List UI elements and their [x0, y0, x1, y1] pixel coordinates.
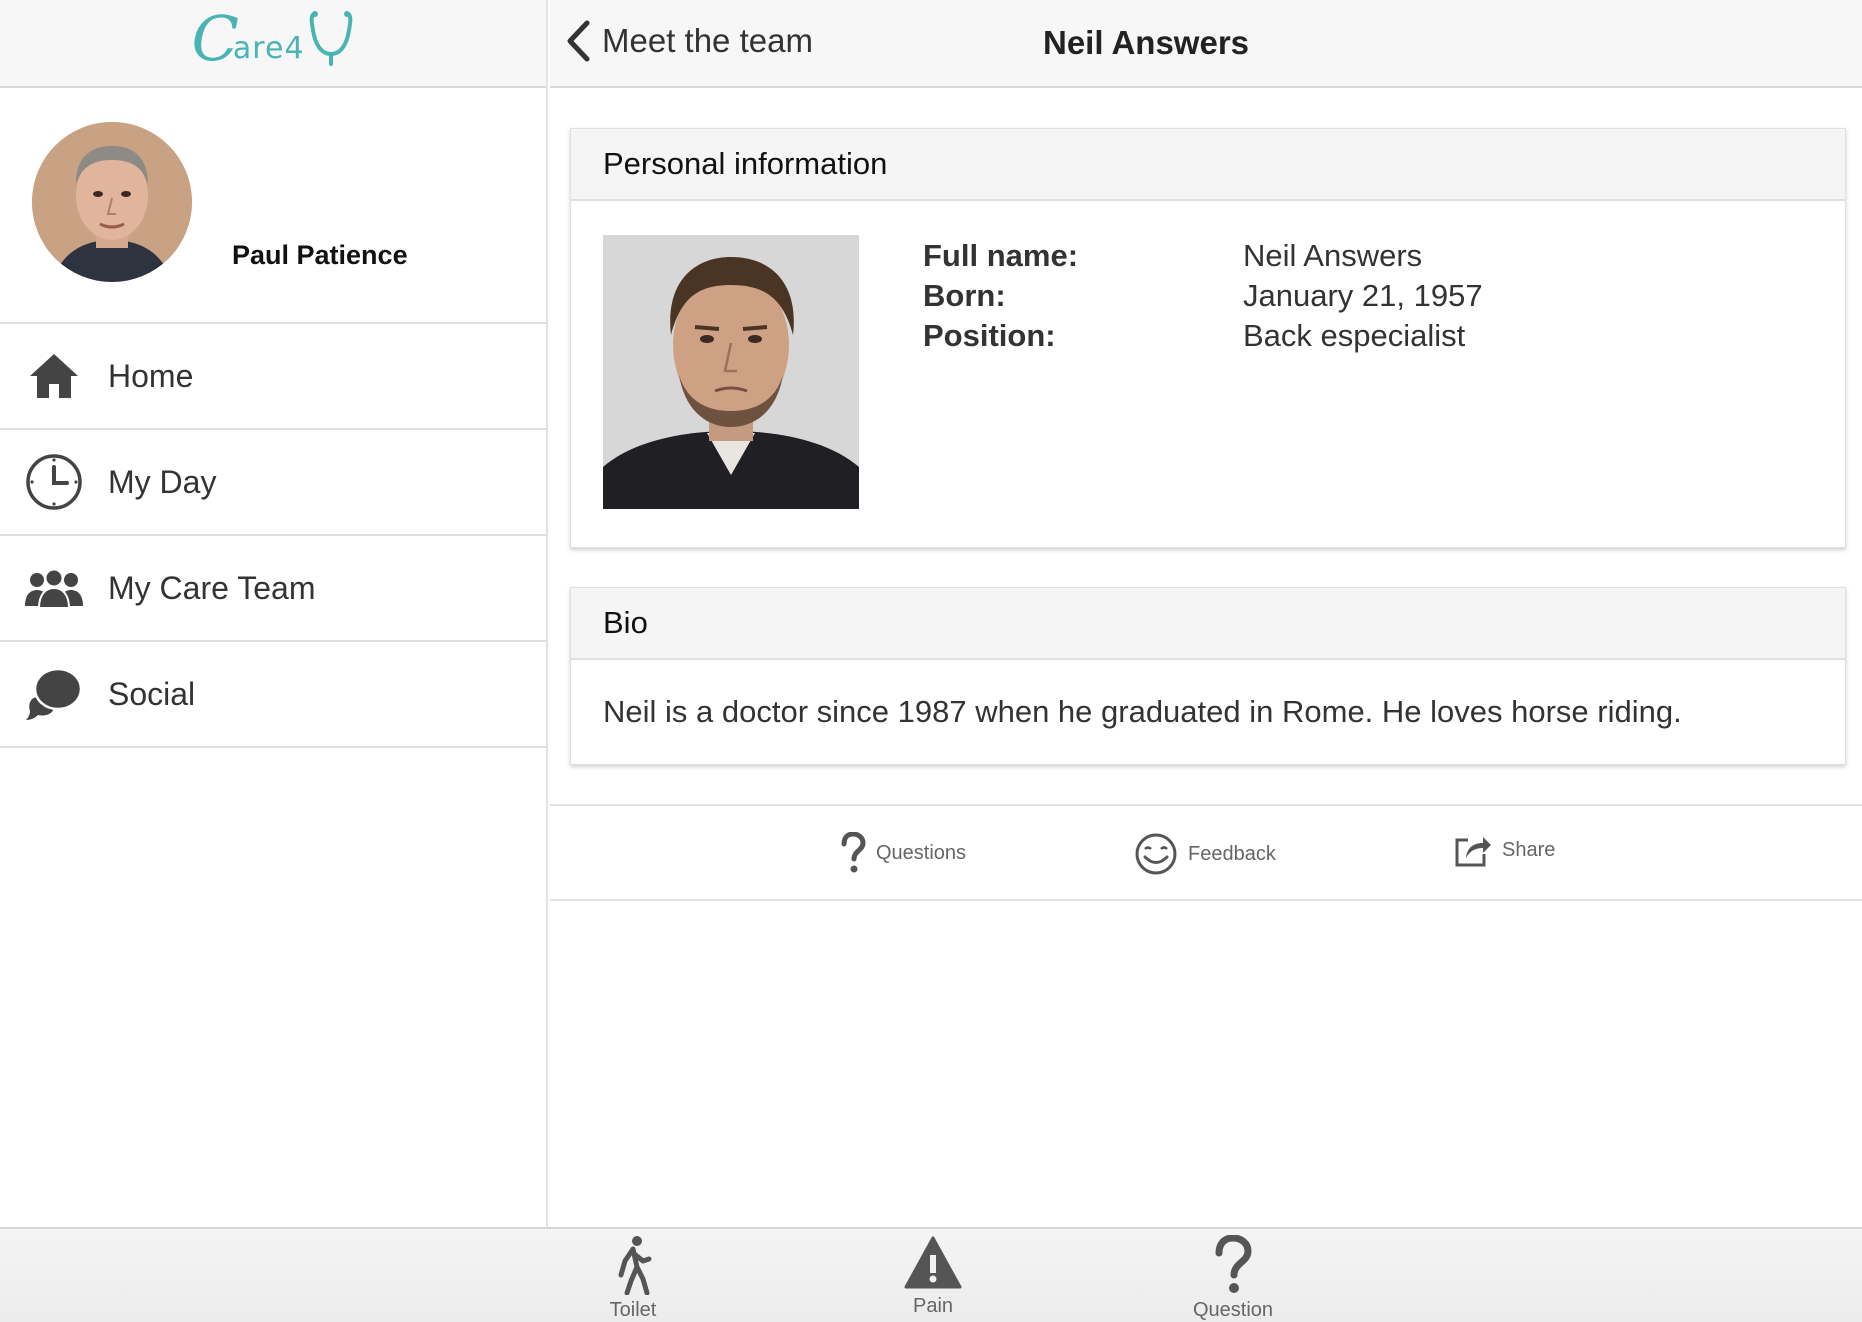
share-button[interactable]: Share: [1454, 832, 1555, 868]
full-name-label: Full name:: [923, 238, 1079, 273]
action-bar: Questions Feedback Share: [550, 804, 1862, 901]
nav-item-my-care-team[interactable]: My Care Team: [0, 536, 546, 642]
feedback-label: Feedback: [1188, 842, 1276, 865]
position-label: Position:: [923, 318, 1056, 353]
bio-heading: Bio: [571, 588, 1845, 660]
bio-card: Bio Neil is a doctor since 1987 when he …: [570, 587, 1846, 765]
stethoscope-icon: [309, 11, 352, 66]
home-icon: [24, 346, 84, 406]
doctor-portrait: [603, 235, 859, 509]
nav-label-home: Home: [108, 357, 194, 394]
info-grid: Full name: Neil Answers Born: January 21…: [923, 237, 1483, 355]
nav-item-my-day[interactable]: My Day: [0, 430, 546, 536]
profile-section: Paul Patience: [0, 88, 546, 324]
born-value: January 21, 1957: [1243, 278, 1483, 313]
question-label: Question: [1192, 1299, 1274, 1321]
profile-name: Paul Patience: [232, 240, 408, 270]
logo-letter: C: [191, 2, 239, 75]
question-icon: [841, 832, 866, 873]
chat-icon: [24, 664, 84, 724]
smiley-icon: [1135, 833, 1177, 875]
logo-text: are4: [232, 31, 305, 66]
share-label: Share: [1502, 838, 1556, 861]
full-name-value: Neil Answers: [1243, 238, 1423, 273]
nav-label-my-day: My Day: [108, 463, 217, 500]
share-icon: [1455, 837, 1491, 867]
avatar-portrait: [32, 122, 192, 282]
walking-person-icon: [618, 1236, 652, 1295]
team-icon: [24, 558, 84, 618]
questions-label: Questions: [876, 841, 967, 864]
back-label: Meet the team: [602, 22, 813, 59]
toilet-label: Toilet: [609, 1299, 657, 1321]
born-label: Born:: [923, 278, 1006, 313]
position-value: Back especialist: [1243, 318, 1466, 353]
pain-button[interactable]: Pain: [853, 1235, 1013, 1318]
back-button[interactable]: Meet the team: [566, 20, 813, 62]
sidebar: C are4 Paul Patience Home My Day My Care…: [0, 0, 548, 1227]
app-logo: C are4: [191, 8, 354, 70]
clock-icon: [24, 452, 84, 512]
nav-label-my-care-team: My Care Team: [108, 569, 316, 606]
nav-item-social[interactable]: Social: [0, 642, 546, 748]
warning-icon: [904, 1236, 962, 1289]
doctor-photo: [603, 235, 859, 509]
feedback-button[interactable]: Feedback: [1134, 832, 1276, 876]
questions-button[interactable]: Questions: [840, 832, 966, 874]
nav-label-social: Social: [108, 675, 196, 712]
nav-item-home[interactable]: Home: [0, 324, 546, 430]
logo-bar: C are4: [0, 0, 546, 88]
pain-label: Pain: [912, 1295, 954, 1317]
personal-info-heading: Personal information: [571, 129, 1845, 201]
question-icon: [1215, 1235, 1252, 1293]
bio-text: Neil is a doctor since 1987 when he grad…: [603, 694, 1682, 729]
personal-info-card: Personal information Full name: Neil Ans…: [570, 128, 1846, 548]
question-button[interactable]: Question: [1153, 1235, 1313, 1322]
toilet-button[interactable]: Toilet: [553, 1235, 713, 1322]
avatar: [32, 122, 192, 282]
chevron-left-icon: [567, 20, 590, 62]
header-bar: Meet the team Neil Answers: [550, 0, 1862, 88]
bottom-tab-bar: Toilet Pain Question: [0, 1227, 1862, 1322]
